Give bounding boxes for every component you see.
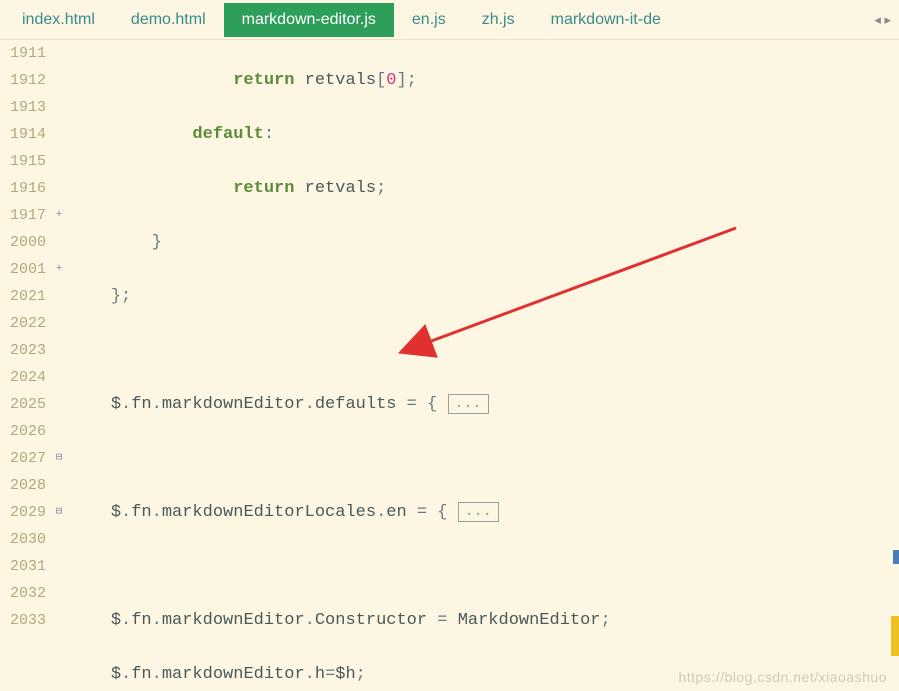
fold-marker[interactable] <box>52 580 66 607</box>
line-number: 2023 <box>0 337 46 364</box>
tab-index-html[interactable]: index.html <box>4 3 113 37</box>
fold-marker[interactable] <box>52 121 66 148</box>
fold-marker[interactable] <box>52 364 66 391</box>
line-number: 2031 <box>0 553 46 580</box>
fold-marker[interactable] <box>52 175 66 202</box>
code-line <box>70 553 899 580</box>
code-line: $.fn.markdownEditorLocales.en = { ... <box>70 499 899 526</box>
fold-marker[interactable] <box>52 310 66 337</box>
fold-marker[interactable] <box>52 67 66 94</box>
code-line: $.fn.markdownEditor.h=$h; <box>70 661 899 688</box>
tab-demo-html[interactable]: demo.html <box>113 3 224 37</box>
fold-marker[interactable] <box>52 229 66 256</box>
editor-area[interactable]: 1911 1912 1913 1914 1915 1916 1917 2000 … <box>0 40 899 691</box>
line-number: 1913 <box>0 94 46 121</box>
line-number: 1917 <box>0 202 46 229</box>
fold-marker[interactable]: ⊟ <box>52 445 66 472</box>
fold-marker[interactable] <box>52 94 66 121</box>
line-number: 2000 <box>0 229 46 256</box>
fold-marker[interactable] <box>52 283 66 310</box>
code-line: } <box>70 229 899 256</box>
line-number: 1912 <box>0 67 46 94</box>
line-number: 1914 <box>0 121 46 148</box>
line-number: 1916 <box>0 175 46 202</box>
code-line: default: <box>70 121 899 148</box>
line-number: 2027 <box>0 445 46 472</box>
line-number: 1915 <box>0 148 46 175</box>
line-number: 2030 <box>0 526 46 553</box>
fold-marker[interactable] <box>52 526 66 553</box>
code-line <box>70 445 899 472</box>
scrollbar-change-marker <box>891 616 899 656</box>
fold-marker[interactable] <box>52 418 66 445</box>
fold-marker[interactable]: + <box>52 256 66 283</box>
line-number: 2001 <box>0 256 46 283</box>
code-line: $.fn.markdownEditor.Constructor = Markdo… <box>70 607 899 634</box>
line-number: 1911 <box>0 40 46 67</box>
line-number: 2028 <box>0 472 46 499</box>
code-line: return retvals[0]; <box>70 67 899 94</box>
fold-column: + + ⊟ ⊟ <box>52 40 66 691</box>
fold-marker[interactable] <box>52 40 66 67</box>
fold-ellipsis[interactable]: ... <box>458 502 499 522</box>
tab-markdown-editor-js[interactable]: markdown-editor.js <box>224 3 394 37</box>
fold-marker[interactable] <box>52 607 66 634</box>
line-number: 2026 <box>0 418 46 445</box>
fold-marker[interactable]: + <box>52 202 66 229</box>
tab-scroll-arrows[interactable]: ◂ ▸ <box>870 12 895 28</box>
line-number: 2029 <box>0 499 46 526</box>
scrollbar-marker <box>893 550 899 564</box>
fold-ellipsis[interactable]: ... <box>448 394 489 414</box>
tab-markdown-it-de[interactable]: markdown-it-de <box>533 3 679 37</box>
line-number-gutter: 1911 1912 1913 1914 1915 1916 1917 2000 … <box>0 40 52 691</box>
fold-marker[interactable] <box>52 553 66 580</box>
fold-marker[interactable] <box>52 148 66 175</box>
line-number: 2033 <box>0 607 46 634</box>
code-content[interactable]: return retvals[0]; default: return retva… <box>66 40 899 691</box>
code-line: return retvals; <box>70 175 899 202</box>
line-number: 2022 <box>0 310 46 337</box>
tab-bar: index.html demo.html markdown-editor.js … <box>0 0 899 40</box>
tab-en-js[interactable]: en.js <box>394 3 464 37</box>
code-line: }; <box>70 283 899 310</box>
fold-marker[interactable]: ⊟ <box>52 499 66 526</box>
fold-marker[interactable] <box>52 472 66 499</box>
code-line <box>70 337 899 364</box>
fold-marker[interactable] <box>52 391 66 418</box>
line-number: 2024 <box>0 364 46 391</box>
line-number: 2032 <box>0 580 46 607</box>
line-number: 2021 <box>0 283 46 310</box>
code-line: $.fn.markdownEditor.defaults = { ... <box>70 391 899 418</box>
line-number: 2025 <box>0 391 46 418</box>
tab-zh-js[interactable]: zh.js <box>464 3 533 37</box>
fold-marker[interactable] <box>52 337 66 364</box>
